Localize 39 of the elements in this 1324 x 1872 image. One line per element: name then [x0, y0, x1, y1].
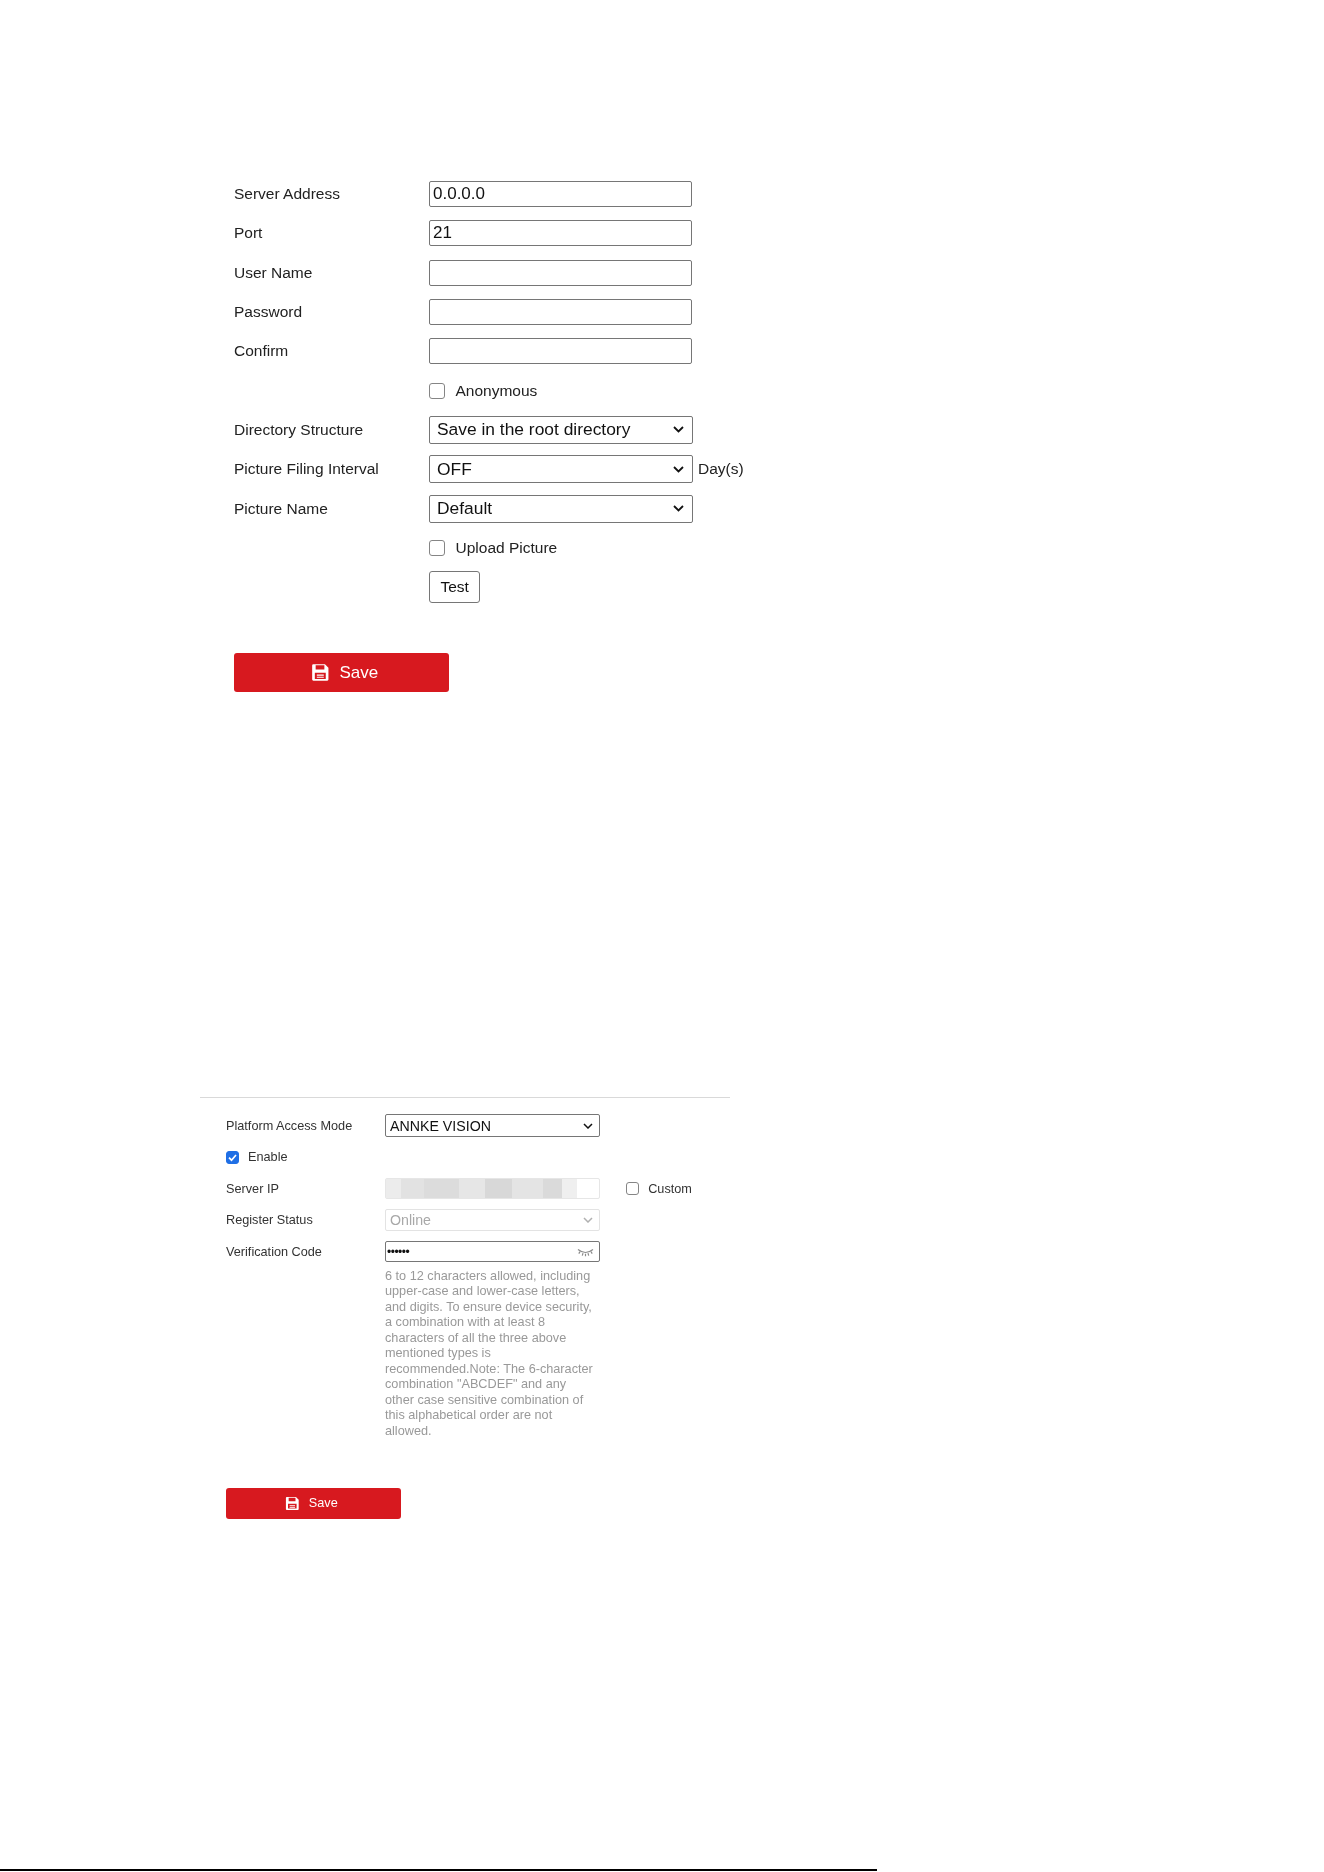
checkbox[interactable] [429, 382, 445, 399]
checkbox-label[interactable]: Anonymous [455, 381, 538, 400]
field-label: Port [234, 224, 264, 243]
text-input[interactable]: 0.0.0.0 [429, 181, 692, 208]
checkbox-label[interactable]: Upload Picture [455, 538, 558, 557]
field-label: Picture Filing Interval [234, 460, 380, 479]
dropdown-select[interactable]: OFF [429, 455, 693, 484]
field-label: Server IP [226, 1181, 280, 1196]
hint-text: 6 to 12 characters allowed, including upper-case and lower-case letters, and digits. To ensure device security, a combination with at least 8 characters of all the three above mentioned types is recommended.Note: The 6-character combination "ABCDEF" and any other case sensitive combination of this alphabetical order are not allowed. [385, 1268, 594, 1440]
field-label: Platform Access Mode [226, 1118, 354, 1133]
field-label: User Name [234, 263, 314, 282]
checkbox[interactable] [429, 539, 445, 556]
field-label: Server Address [234, 185, 341, 204]
field-label: Verification Code [226, 1244, 323, 1259]
field-label: Password [234, 303, 304, 322]
field-label: Picture Name [234, 499, 329, 518]
closed-eye-icon[interactable] [577, 1246, 594, 1257]
chevron-down-icon [673, 426, 684, 434]
field-label: Confirm [234, 342, 290, 361]
dropdown-select[interactable]: ANNKE VISION [385, 1114, 600, 1137]
secondary-button[interactable]: Test [429, 571, 481, 604]
chevron-down-icon [583, 1122, 593, 1129]
dropdown-select[interactable]: Save in the root directory [429, 415, 693, 444]
save-button[interactable]: Save [234, 653, 449, 693]
text-input[interactable] [429, 259, 692, 286]
checkbox[interactable] [226, 1150, 239, 1164]
field-label: Register Status [226, 1213, 314, 1228]
chevron-down-icon [673, 465, 684, 473]
field-label: Directory Structure [234, 420, 365, 439]
text-input[interactable] [429, 299, 692, 326]
save-button[interactable]: Save [226, 1487, 401, 1519]
chevron-down-icon [583, 1217, 593, 1224]
unit-label: Day(s) [698, 460, 744, 479]
password-input[interactable]: •••••• [385, 1241, 600, 1263]
chevron-down-icon [673, 505, 684, 512]
text-input[interactable] [429, 338, 692, 365]
checkbox-label[interactable]: Enable [248, 1150, 288, 1165]
dropdown-select[interactable]: Default [429, 494, 693, 523]
text-input[interactable]: 21 [429, 220, 692, 247]
